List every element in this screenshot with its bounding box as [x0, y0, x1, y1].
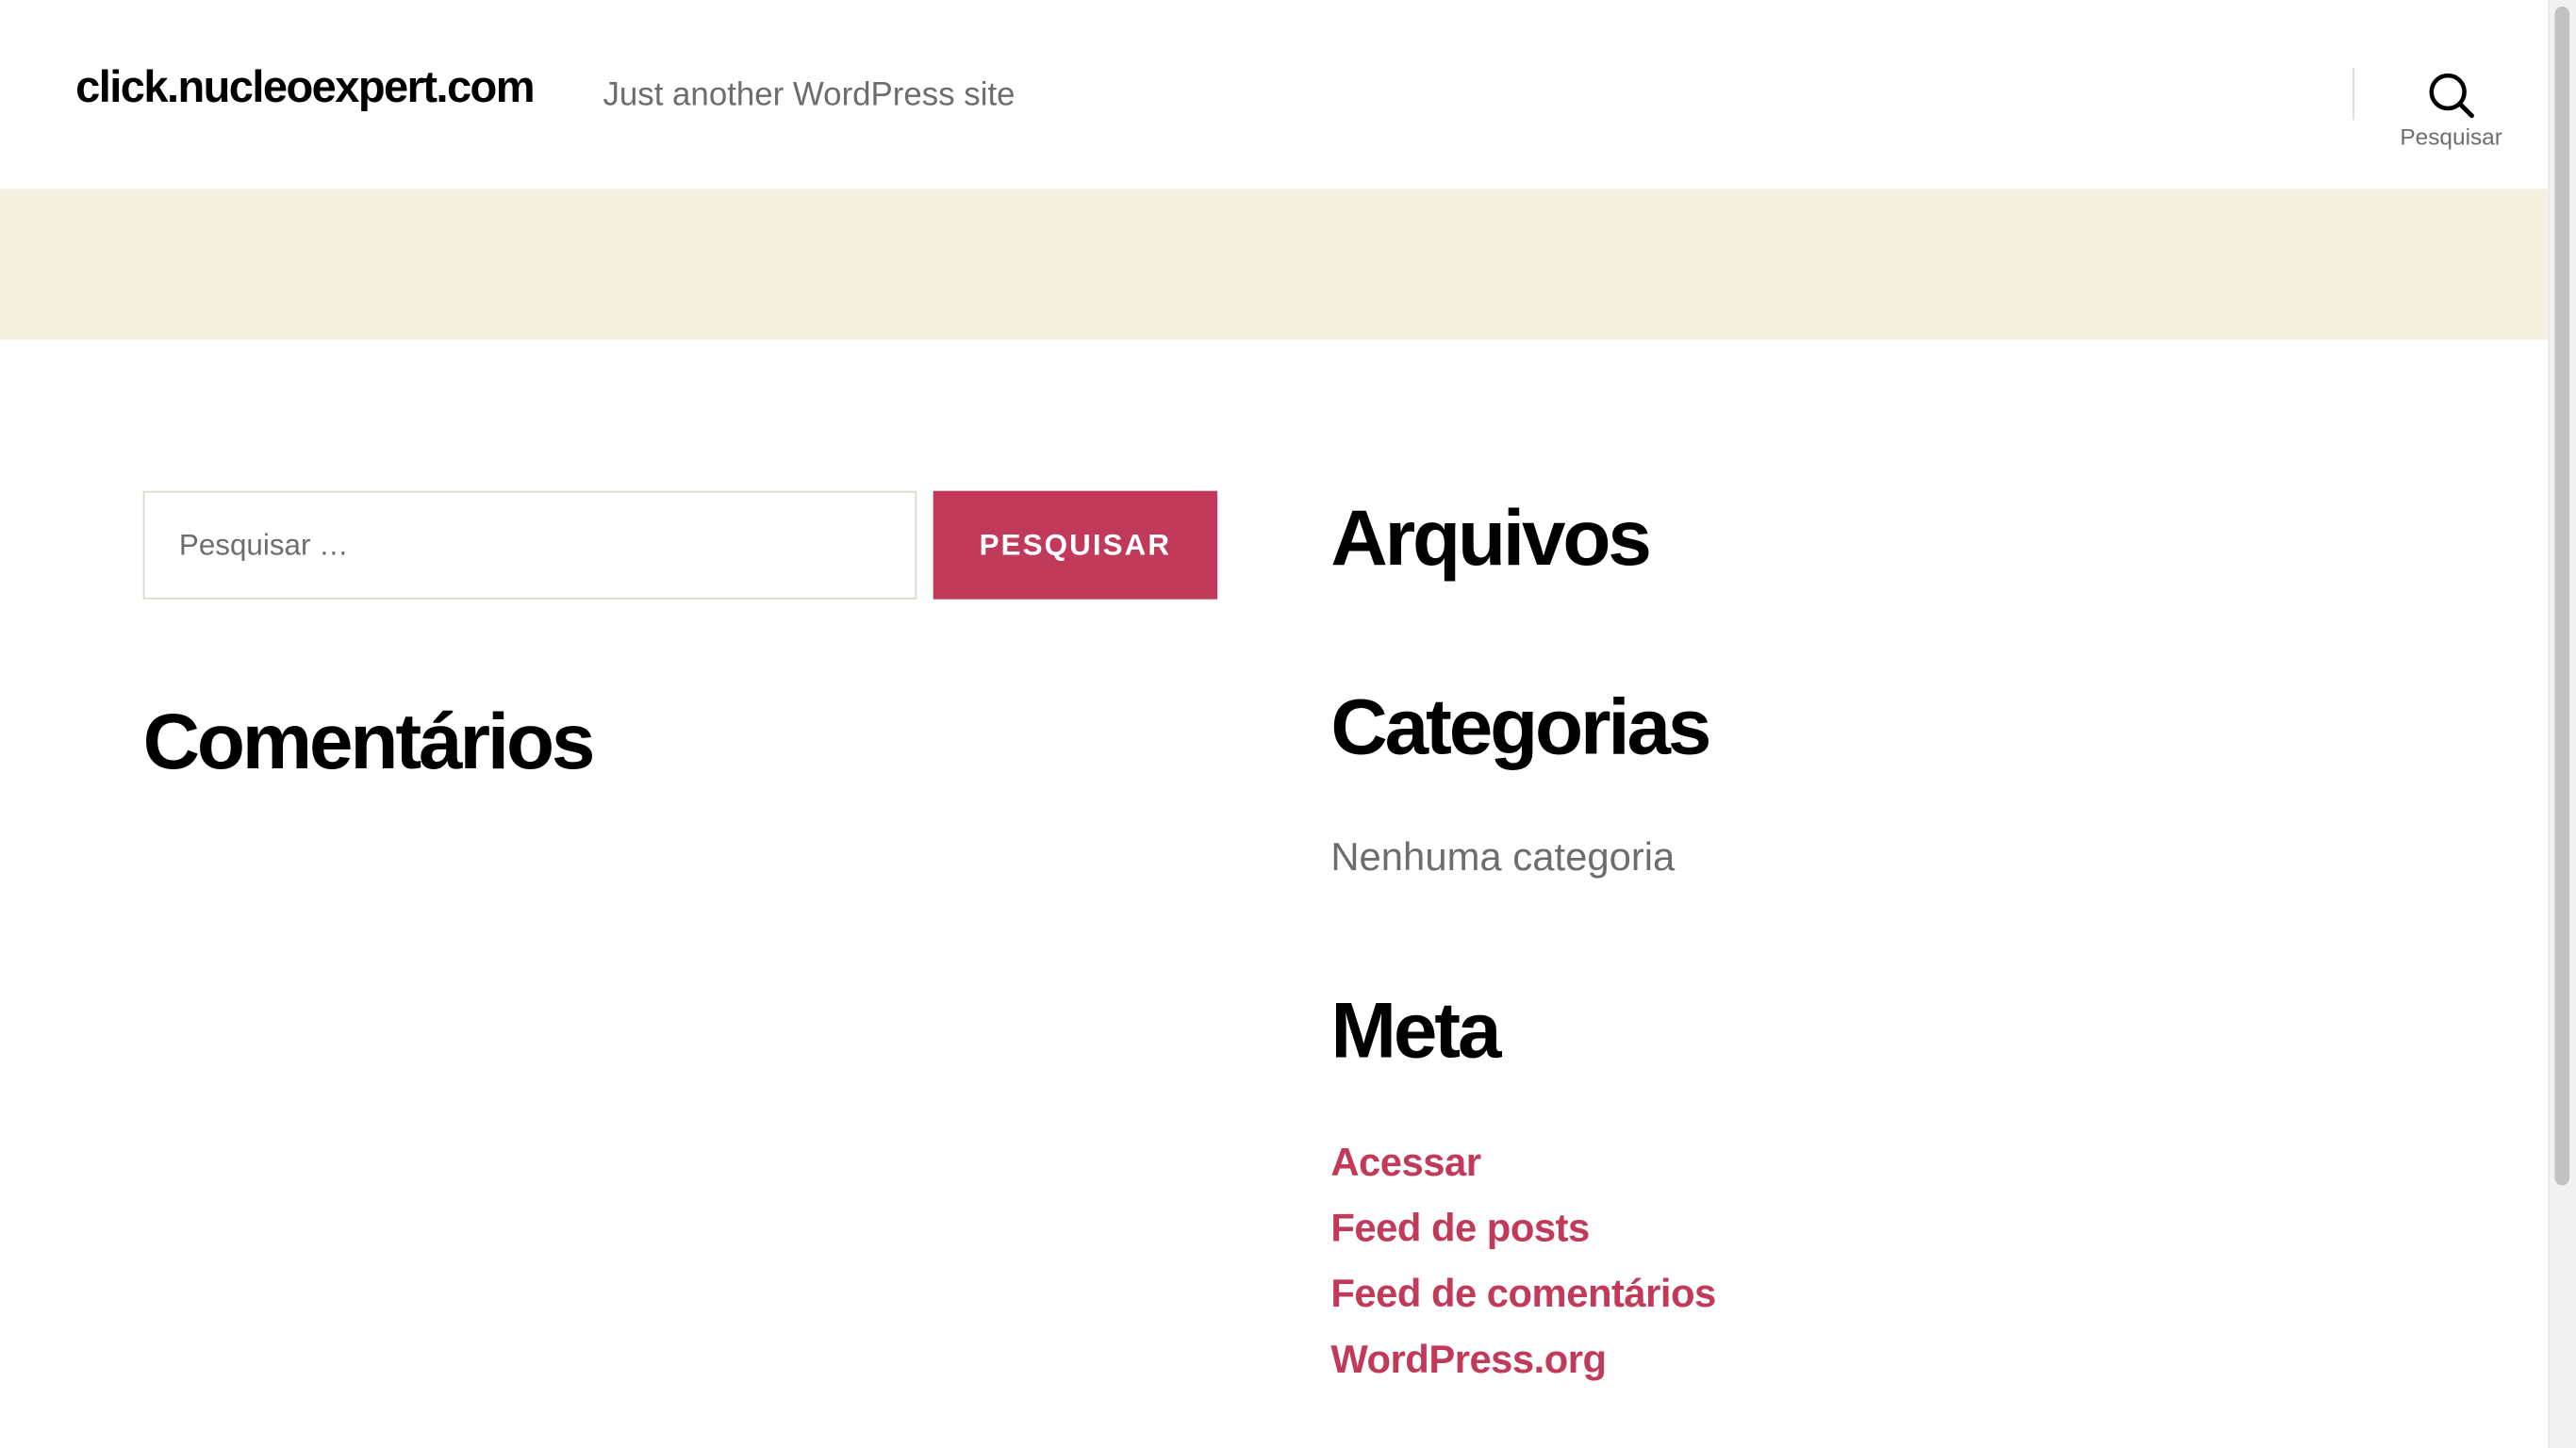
list-item: Feed de posts: [1330, 1204, 1715, 1270]
meta-link-posts-feed[interactable]: Feed de posts: [1330, 1207, 1590, 1251]
search-input[interactable]: [142, 490, 917, 600]
page: click.nucleoexpert.com Just another Word…: [0, 0, 2576, 1448]
archives-widget-title: Arquivos: [1330, 495, 1652, 584]
search-form: PESQUISAR: [142, 490, 1218, 600]
site-header: click.nucleoexpert.com Just another Word…: [0, 0, 2549, 189]
vertical-scrollbar[interactable]: [2548, 0, 2576, 1448]
list-item: WordPress.org: [1330, 1335, 1715, 1401]
meta-widget-title: Meta: [1330, 988, 1501, 1076]
list-item: Acessar: [1330, 1138, 1715, 1204]
scrollbar-thumb[interactable]: [2554, 6, 2570, 1186]
site-tagline: Just another WordPress site: [603, 76, 1016, 114]
site-title-link[interactable]: click.nucleoexpert.com: [75, 62, 535, 113]
search-toggle-label: Pesquisar: [2400, 123, 2502, 150]
meta-link-login[interactable]: Acessar: [1330, 1141, 1481, 1185]
meta-link-wordpress-org[interactable]: WordPress.org: [1330, 1338, 1607, 1382]
comments-widget-title: Comentários: [142, 699, 596, 787]
no-categories-text: Nenhuma categoria: [1330, 835, 1676, 880]
search-icon: [2379, 73, 2523, 119]
search-submit-button[interactable]: PESQUISAR: [933, 490, 1218, 600]
categories-widget-title: Categorias: [1330, 684, 1711, 772]
header-divider: [2353, 67, 2354, 121]
meta-link-comments-feed[interactable]: Feed de comentários: [1330, 1273, 1716, 1317]
search-toggle-button[interactable]: Pesquisar: [2379, 66, 2523, 164]
list-item: Feed de comentários: [1330, 1269, 1716, 1335]
header-band: [0, 189, 2549, 340]
meta-links-list: Acessar Feed de posts Feed de comentário…: [1330, 1138, 1716, 1401]
